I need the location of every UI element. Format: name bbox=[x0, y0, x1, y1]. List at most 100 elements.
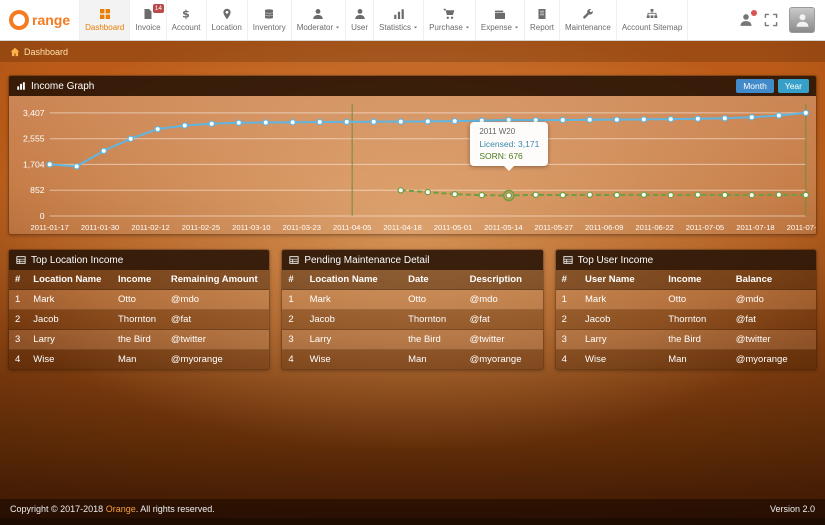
nav-item-report[interactable]: Report bbox=[525, 0, 560, 40]
svg-text:2011-02-12: 2011-02-12 bbox=[131, 223, 169, 232]
svg-text:3,407: 3,407 bbox=[23, 108, 45, 118]
home-icon-wrap bbox=[10, 46, 20, 57]
column-header: User Name bbox=[579, 270, 662, 290]
table-header-row: #Location NameIncomeRemaining Amount bbox=[9, 270, 269, 290]
nav-item-label: Maintenance bbox=[565, 23, 611, 32]
brand-icon bbox=[9, 10, 29, 30]
table-row: 2JacobThornton@fat bbox=[9, 310, 269, 330]
panel-title: Pending Maintenance Detail bbox=[304, 255, 429, 266]
brand-logo[interactable]: range bbox=[0, 0, 80, 40]
table-cell: @myorange bbox=[165, 350, 269, 370]
table-cell: Larry bbox=[579, 330, 662, 350]
nav-item-invoice[interactable]: 14Invoice bbox=[130, 0, 166, 40]
column-header: Balance bbox=[730, 270, 816, 290]
table-cell: 4 bbox=[556, 350, 579, 370]
breadcrumb-label[interactable]: Dashboard bbox=[24, 47, 68, 57]
caret-icon bbox=[413, 25, 418, 30]
footer-bar: Copyright © 2017-2018 Orange. All rights… bbox=[0, 499, 825, 518]
table-row: 4WiseMan@myorange bbox=[556, 350, 816, 370]
version-text: Version 2.0 bbox=[770, 504, 815, 514]
nav-item-label: Account bbox=[172, 23, 201, 32]
nav-item-text: Moderator bbox=[297, 23, 333, 32]
income-chart[interactable]: 08521,7042,5553,4072011-01-172011-01-302… bbox=[9, 96, 816, 234]
table-cell: Thornton bbox=[662, 310, 730, 330]
nav-item-account-sitemap[interactable]: Account Sitemap bbox=[617, 0, 688, 40]
year-button[interactable]: Year bbox=[778, 79, 809, 93]
table-cell: @twitter bbox=[165, 330, 269, 350]
nav-item-maintenance[interactable]: Maintenance bbox=[560, 0, 617, 40]
table-cell: Man bbox=[112, 350, 165, 370]
panel-header-top-user-income: Top User Income bbox=[556, 250, 816, 270]
nav-items: Dashboard 14Invoice$Account Location Invent… bbox=[80, 0, 688, 40]
copyright-suffix: . All rights reserved. bbox=[136, 504, 215, 514]
income-graph-panel: Income Graph MonthYear 08521,7042,5553,4… bbox=[8, 75, 817, 235]
top-navbar: range Dashboard 14Invoice$Account Location… bbox=[0, 0, 825, 41]
tooltip-licensed: Licensed: 3,171 bbox=[479, 138, 539, 150]
person-icon bbox=[795, 13, 810, 28]
svg-text:0: 0 bbox=[40, 211, 45, 221]
table-cell: Jacob bbox=[579, 310, 662, 330]
table-cell: 1 bbox=[556, 290, 579, 310]
table-cell: Man bbox=[662, 350, 730, 370]
column-header: Income bbox=[662, 270, 730, 290]
table-row: 4WiseMan@myorange bbox=[9, 350, 269, 370]
table-cell: Thornton bbox=[112, 310, 165, 330]
main-content: Income Graph MonthYear 08521,7042,5553,4… bbox=[0, 75, 825, 370]
table-cell: Larry bbox=[27, 330, 112, 350]
nav-item-location[interactable]: Location bbox=[207, 0, 248, 40]
nav-item-label: Location bbox=[212, 23, 242, 32]
breadcrumb: Dashboard bbox=[0, 41, 825, 62]
nav-item-dashboard[interactable]: Dashboard bbox=[80, 0, 130, 40]
nav-item-moderator[interactable]: Moderator bbox=[292, 0, 346, 40]
summary-panels: Top Location Income#Location NameIncomeR… bbox=[8, 249, 817, 370]
table-icon bbox=[563, 255, 573, 265]
report-icon bbox=[536, 8, 548, 20]
chart-tooltip: 2011 W20 Licensed: 3,171 SORN: 676 bbox=[470, 122, 548, 166]
table-cell: @myorange bbox=[464, 350, 543, 370]
svg-text:2011-01-17: 2011-01-17 bbox=[31, 223, 69, 232]
purchase-icon bbox=[443, 8, 455, 20]
nav-item-purchase[interactable]: Purchase bbox=[424, 0, 476, 40]
nav-item-text: Dashboard bbox=[85, 23, 124, 32]
table-row: 4WiseMan@myorange bbox=[282, 350, 542, 370]
svg-text:2011-05-01: 2011-05-01 bbox=[434, 223, 472, 232]
svg-text:2011-03-10: 2011-03-10 bbox=[232, 223, 270, 232]
month-button[interactable]: Month bbox=[736, 79, 774, 93]
nav-item-statistics[interactable]: Statistics bbox=[374, 0, 424, 40]
nav-item-label: Dashboard bbox=[85, 23, 124, 32]
notifications-button[interactable] bbox=[739, 13, 753, 27]
nav-item-label: Invoice bbox=[135, 23, 160, 32]
nav-item-inventory[interactable]: Inventory bbox=[248, 0, 292, 40]
data-table: #Location NameDateDescription1MarkOtto@m… bbox=[282, 270, 542, 369]
table-icon bbox=[289, 255, 299, 265]
nav-item-expense[interactable]: Expense bbox=[476, 0, 525, 40]
table-cell: 1 bbox=[9, 290, 27, 310]
nav-item-account[interactable]: $Account bbox=[167, 0, 207, 40]
table-cell: 3 bbox=[282, 330, 303, 350]
panel-top-location-income: Top Location Income#Location NameIncomeR… bbox=[8, 249, 270, 370]
svg-text:2011-02-25: 2011-02-25 bbox=[182, 223, 220, 232]
table-row: 3Larrythe Bird@twitter bbox=[556, 330, 816, 350]
table-cell: Man bbox=[402, 350, 464, 370]
table-row: 2JacobThornton@fat bbox=[282, 310, 542, 330]
table-cell: Jacob bbox=[304, 310, 403, 330]
fullscreen-button[interactable] bbox=[764, 13, 778, 27]
nav-item-user[interactable]: User bbox=[346, 0, 374, 40]
avatar[interactable] bbox=[789, 7, 815, 33]
chart-icon bbox=[16, 81, 26, 91]
nav-item-label: Purchase bbox=[429, 23, 470, 32]
svg-text:2011-07-31: 2011-07-31 bbox=[787, 223, 816, 232]
table-row: 3Larrythe Bird@twitter bbox=[9, 330, 269, 350]
tooltip-title: 2011 W20 bbox=[479, 126, 539, 138]
tooltip-sorn: SORN: 676 bbox=[479, 150, 539, 162]
nav-item-icon-wrap bbox=[443, 8, 455, 21]
column-header: Income bbox=[112, 270, 165, 290]
footer-brand[interactable]: Orange bbox=[106, 504, 136, 514]
table-cell: 2 bbox=[556, 310, 579, 330]
svg-text:2011-06-22: 2011-06-22 bbox=[635, 223, 673, 232]
table-cell: Wise bbox=[27, 350, 112, 370]
copyright-text: Copyright © 2017-2018 Orange. All rights… bbox=[10, 504, 215, 514]
nav-item-icon-wrap bbox=[393, 8, 405, 21]
nav-item-text: Maintenance bbox=[565, 23, 611, 32]
table-cell: Mark bbox=[304, 290, 403, 310]
